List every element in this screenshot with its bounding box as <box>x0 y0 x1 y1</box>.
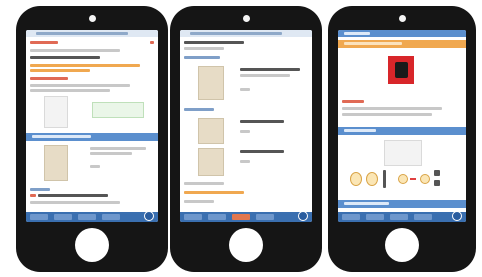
toolbar-tab[interactable] <box>54 214 72 220</box>
screen-header <box>26 30 158 37</box>
text-line <box>240 160 250 163</box>
highlight-line <box>30 69 90 72</box>
toolbar-tab[interactable] <box>366 214 384 220</box>
product-thumbnail[interactable] <box>198 118 224 144</box>
highlight-line <box>30 64 140 67</box>
camera-icon <box>398 15 406 22</box>
process-icon <box>420 174 430 184</box>
text-line <box>240 120 284 123</box>
text-line <box>240 74 290 77</box>
toolbar-tab[interactable] <box>30 214 48 220</box>
section-title <box>184 108 214 111</box>
diagram-image <box>44 96 68 128</box>
screen-1 <box>26 30 158 222</box>
toolbar-tab[interactable] <box>390 214 408 220</box>
section-title <box>342 100 364 103</box>
section-bar-orange <box>338 40 466 48</box>
text-line <box>38 194 108 197</box>
text-line <box>240 88 250 91</box>
section-bar <box>338 200 466 208</box>
highlight-line <box>184 191 244 194</box>
screen-2 <box>180 30 312 222</box>
text-line <box>184 47 224 50</box>
text-line <box>30 201 120 204</box>
process-icon <box>434 180 440 186</box>
screen-header <box>338 30 466 37</box>
text-line <box>342 107 442 110</box>
text-line <box>90 165 100 168</box>
product-thumbnail[interactable] <box>198 148 224 176</box>
home-button[interactable] <box>385 228 419 262</box>
text-line <box>184 182 224 185</box>
text-line <box>184 200 214 203</box>
info-note <box>92 102 144 118</box>
toolbar-tab[interactable] <box>414 214 432 220</box>
process-icon <box>350 172 362 186</box>
bullet-icon <box>30 194 36 197</box>
section-title <box>30 41 58 44</box>
text-line <box>30 56 100 59</box>
phone-frame-2 <box>170 6 322 272</box>
close-icon[interactable] <box>150 41 154 44</box>
bottom-toolbar <box>26 211 158 222</box>
process-icon <box>434 170 440 176</box>
toolbar-tab[interactable] <box>208 214 226 220</box>
arrow-icon <box>410 178 416 180</box>
process-icon <box>398 174 408 184</box>
section-title <box>30 188 50 191</box>
toolbar-tab[interactable] <box>342 214 360 220</box>
toolbar-tab[interactable] <box>184 214 202 220</box>
section-bar <box>26 133 158 141</box>
plus-circle-icon[interactable] <box>452 211 462 221</box>
phone-frame-1 <box>16 6 168 272</box>
text-line <box>30 49 120 52</box>
section-bar <box>338 127 466 135</box>
text-line <box>30 84 130 87</box>
screen-3 <box>338 30 466 222</box>
process-icon <box>366 172 378 186</box>
plus-circle-icon[interactable] <box>144 211 154 221</box>
toolbar-tab-active[interactable] <box>232 214 250 220</box>
section-title <box>30 77 68 80</box>
text-line <box>90 147 146 150</box>
text-line <box>90 152 132 155</box>
text-line <box>184 41 244 44</box>
text-line <box>240 130 250 133</box>
screen-header <box>180 30 312 37</box>
diagram-image <box>384 140 422 166</box>
home-button[interactable] <box>229 228 263 262</box>
text-line <box>30 89 110 92</box>
toolbar-tab[interactable] <box>102 214 120 220</box>
section-title <box>184 56 220 59</box>
phone-frame-3 <box>328 6 476 272</box>
text-line <box>240 68 300 71</box>
text-line <box>342 113 432 116</box>
bottom-toolbar <box>338 211 466 222</box>
toolbar-tab[interactable] <box>256 214 274 220</box>
product-thumbnail[interactable] <box>198 66 224 100</box>
camera-icon <box>242 15 250 22</box>
text-line <box>240 150 284 153</box>
product-thumbnail[interactable] <box>44 145 68 181</box>
process-icon <box>383 170 386 188</box>
camera-icon <box>88 15 96 22</box>
toolbar-tab[interactable] <box>78 214 96 220</box>
plus-circle-icon[interactable] <box>298 211 308 221</box>
home-button[interactable] <box>75 228 109 262</box>
red-badge-icon <box>388 56 414 84</box>
bottom-toolbar <box>180 211 312 222</box>
